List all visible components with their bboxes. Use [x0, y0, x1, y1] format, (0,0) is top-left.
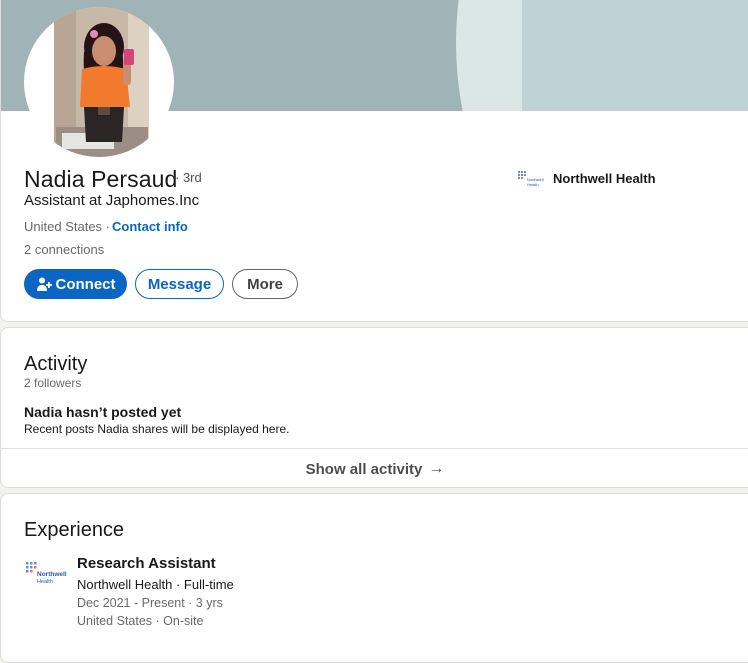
experience-role: Research Assistant	[77, 555, 216, 572]
experience-company: Northwell Health · Full-time	[77, 577, 234, 592]
profile-name: Nadia Persaud	[24, 166, 178, 192]
profile-headline: Assistant at Japhomes.Inc	[24, 192, 200, 209]
avatar[interactable]	[24, 7, 174, 157]
connections-count[interactable]: 2 connections	[24, 242, 104, 257]
more-button[interactable]: More	[232, 269, 298, 299]
svg-text:Health: Health	[37, 579, 53, 585]
connection-degree: · 3rd	[175, 170, 202, 185]
svg-text:Northwell: Northwell	[37, 571, 67, 578]
experience-dates: Dec 2021 - Present · 3 yrs	[77, 596, 223, 610]
experience-location: United States · On-site	[77, 614, 204, 628]
experience-title: Experience	[24, 519, 125, 541]
northwell-logo-icon[interactable]: Northwell Health	[24, 560, 70, 590]
northwell-logo-icon[interactable]: Northwell Health	[516, 169, 546, 191]
current-company-link[interactable]: Northwell Health	[553, 171, 656, 186]
show-all-activity-button[interactable]: Show all activity →	[1, 449, 748, 487]
activity-title: Activity	[24, 353, 88, 375]
profile-photo-icon	[54, 7, 149, 157]
arrow-right-icon: →	[428, 460, 445, 477]
show-all-label: Show all activity	[305, 460, 423, 478]
connect-label: Connect	[55, 275, 116, 293]
add-person-icon	[36, 277, 52, 291]
followers-count: 2 followers	[24, 376, 82, 390]
no-posts-subtext: Recent posts Nadia shares will be displa…	[24, 422, 290, 436]
profile-location: United States ·	[24, 219, 110, 234]
activity-card: Activity 2 followers Nadia hasn’t posted…	[0, 327, 748, 488]
banner-panel	[522, 0, 748, 111]
message-button[interactable]: Message	[135, 269, 224, 299]
experience-card: Experience Northwell Health Research Ass…	[0, 493, 748, 663]
profile-card: Nadia Persaud · 3rd Assistant at Japhome…	[0, 0, 748, 322]
contact-info-link[interactable]: Contact info	[112, 219, 188, 234]
no-posts-heading: Nadia hasn’t posted yet	[24, 404, 182, 420]
connect-button[interactable]: Connect	[24, 269, 127, 299]
svg-text:Health: Health	[527, 182, 539, 187]
